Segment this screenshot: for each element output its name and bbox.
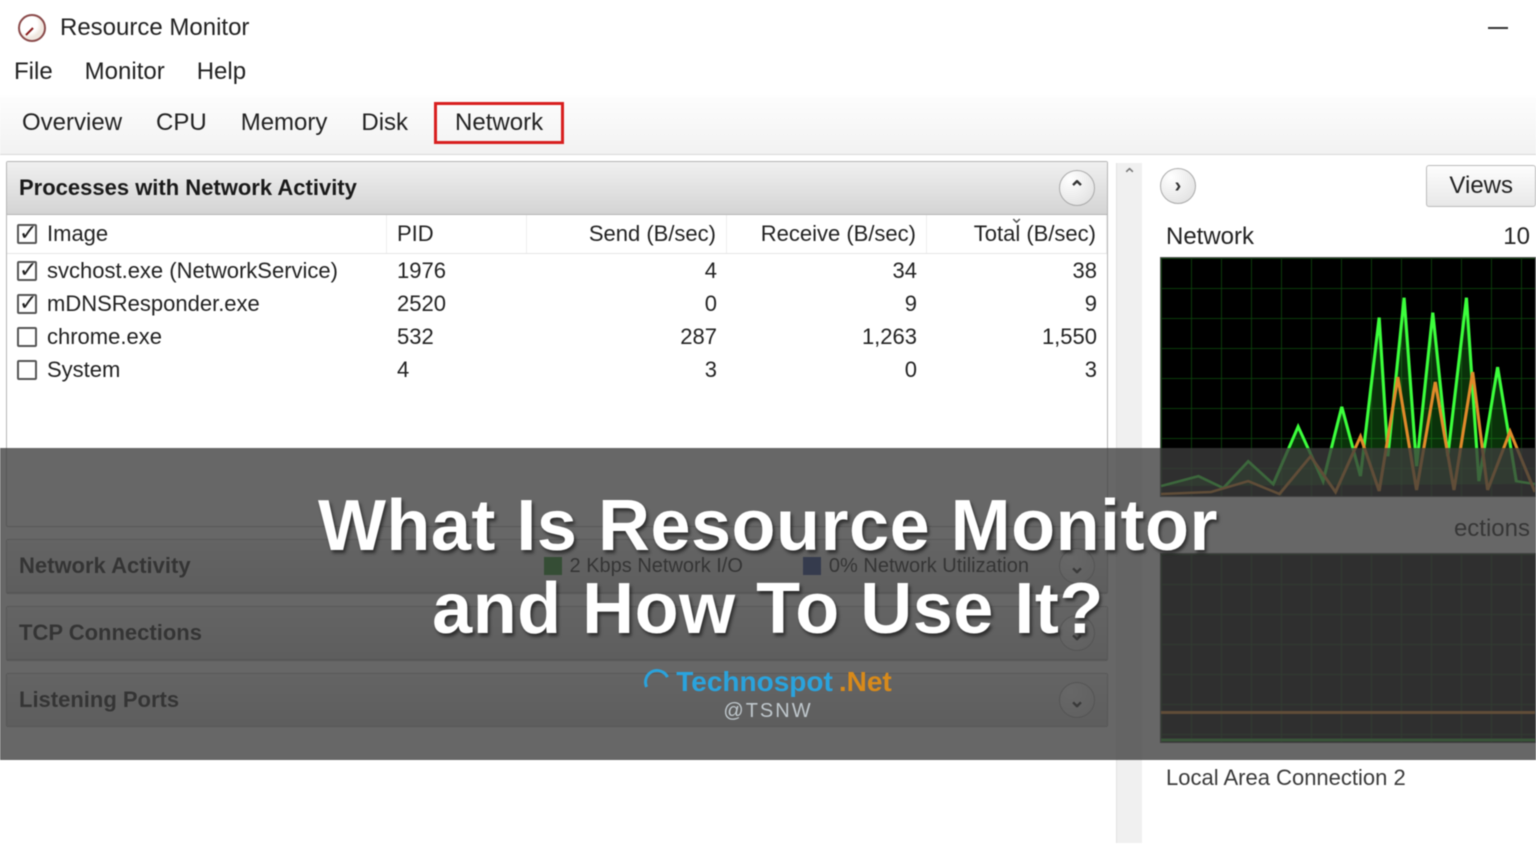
expand-button[interactable]: ⌄	[1059, 548, 1095, 584]
tab-overview[interactable]: Overview	[14, 105, 130, 141]
util-label: 0% Network Utilization	[829, 555, 1029, 578]
col-total[interactable]: Total (B/sec)	[927, 215, 1107, 253]
io-label: 2 Kbps Network I/O	[570, 555, 743, 578]
col-send[interactable]: Send (B/sec)	[527, 215, 727, 253]
expand-button[interactable]: ⌄	[1059, 615, 1095, 651]
row-checkbox[interactable]	[17, 327, 37, 347]
expand-button[interactable]: ⌄	[1059, 682, 1095, 718]
table-header: Image PID Send (B/sec) Receive (B/sec) T…	[7, 215, 1107, 254]
left-pane: ⌃ Processes with Network Activity ⌃ Imag…	[0, 155, 1142, 863]
chart-network-label: Network	[1166, 223, 1254, 251]
window-title: Resource Monitor	[60, 14, 249, 42]
swatch-blue	[803, 557, 821, 575]
tcp-connections-panel: TCP Connections ⌄	[6, 606, 1108, 661]
col-pid[interactable]: PID	[387, 215, 527, 253]
select-all-checkbox[interactable]	[17, 224, 37, 244]
chevron-down-icon: ⌄	[1069, 688, 1086, 713]
tab-disk[interactable]: Disk	[353, 105, 416, 141]
chevron-right-icon: ›	[1175, 175, 1182, 198]
network-activity-title: Network Activity	[19, 553, 191, 579]
menu-file[interactable]: File	[14, 58, 53, 86]
table-row[interactable]: svchost.exe (NetworkService)197643438	[7, 254, 1107, 287]
menu-monitor[interactable]: Monitor	[85, 58, 165, 86]
tcp-connections-title: TCP Connections	[19, 620, 202, 646]
processes-panel-title: Processes with Network Activity	[19, 175, 357, 201]
chevron-up-icon: ⌃	[1069, 176, 1086, 201]
processes-panel: Processes with Network Activity ⌃ Image …	[6, 161, 1108, 527]
tab-network[interactable]: Network	[434, 102, 564, 144]
row-checkbox[interactable]	[17, 261, 37, 281]
network-activity-header[interactable]: Network Activity 2 Kbps Network I/O 0% N…	[7, 540, 1107, 593]
connections-label: ections	[1160, 511, 1536, 553]
tcp-connections-header[interactable]: TCP Connections ⌄	[7, 607, 1107, 660]
collapse-button[interactable]: ⌃	[1059, 170, 1095, 206]
titlebar: Resource Monitor	[0, 0, 1536, 54]
local-connection-label: Local Area Connection 2	[1160, 757, 1536, 791]
tcp-chart	[1160, 553, 1536, 743]
chart-network-scale: 10	[1503, 223, 1530, 251]
pane-arrow-button[interactable]: ›	[1160, 168, 1196, 204]
table-row[interactable]: mDNSResponder.exe2520099	[7, 287, 1107, 320]
menu-help[interactable]: Help	[197, 58, 246, 86]
tab-cpu[interactable]: CPU	[148, 105, 215, 141]
col-receive[interactable]: Receive (B/sec)	[727, 215, 927, 253]
views-dropdown[interactable]: Views	[1426, 165, 1536, 207]
tab-memory[interactable]: Memory	[233, 105, 336, 141]
table-row[interactable]: chrome.exe5322871,2631,550	[7, 320, 1107, 353]
processes-panel-header[interactable]: Processes with Network Activity ⌃	[7, 162, 1107, 215]
app-icon	[18, 14, 46, 42]
row-checkbox[interactable]	[17, 294, 37, 314]
tab-bar: Overview CPU Memory Disk Network	[0, 96, 1536, 155]
chevron-down-icon: ⌄	[1069, 554, 1086, 579]
chevron-down-icon: ⌄	[1069, 621, 1086, 646]
vertical-scrollbar[interactable]: ⌃	[1116, 163, 1142, 843]
right-pane: › Views Network 10 ections Local Area Co…	[1142, 155, 1536, 863]
minimize-button[interactable]	[1470, 8, 1526, 48]
listening-ports-header[interactable]: Listening Ports ⌄	[7, 674, 1107, 726]
row-checkbox[interactable]	[17, 360, 37, 380]
swatch-green	[544, 557, 562, 575]
col-image[interactable]: Image	[7, 215, 387, 253]
listening-ports-title: Listening Ports	[19, 687, 179, 713]
menubar: File Monitor Help	[0, 54, 1536, 96]
network-activity-panel: Network Activity 2 Kbps Network I/O 0% N…	[6, 539, 1108, 594]
table-row[interactable]: System4303	[7, 353, 1107, 386]
listening-ports-panel: Listening Ports ⌄	[6, 673, 1108, 727]
network-chart	[1160, 257, 1536, 497]
